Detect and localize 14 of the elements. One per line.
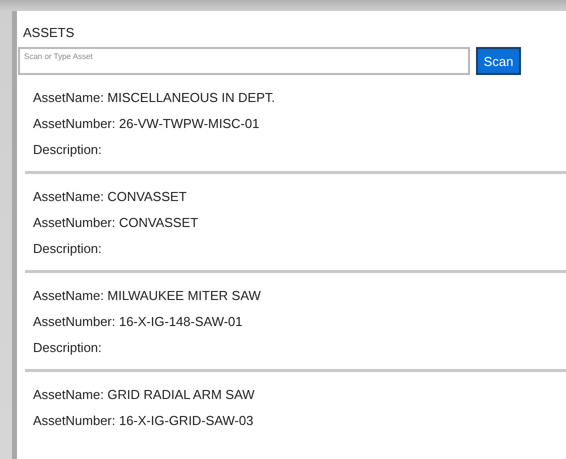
asset-field: AssetNumber: CONVASSET — [33, 210, 198, 236]
asset-field: AssetNumber: 16-X-IG-148-SAW-01 — [33, 309, 243, 335]
asset-field: AssetName: GRID RADIAL ARM SAW — [33, 382, 255, 408]
asset-field: AssetNumber: 16-X-IG-GRID-SAW-03 — [33, 408, 254, 434]
asset-field: Description: — [33, 137, 102, 163]
asset-field: AssetName: CONVASSET — [33, 184, 187, 210]
asset-field: AssetNumber: 26-VW-TWPW-MISC-01 — [33, 111, 260, 137]
scan-button[interactable]: Scan — [476, 47, 521, 75]
asset-field: Description: — [33, 236, 102, 262]
asset-field: AssetName: MILWAUKEE MITER SAW — [33, 283, 261, 309]
asset-search-field[interactable]: Scan or Type Asset — [18, 47, 470, 75]
asset-field: AssetName: MISCELLANEOUS IN DEPT. — [33, 85, 276, 111]
page-title: ASSETS — [22, 24, 74, 42]
asset-field: Description: — [33, 335, 102, 361]
